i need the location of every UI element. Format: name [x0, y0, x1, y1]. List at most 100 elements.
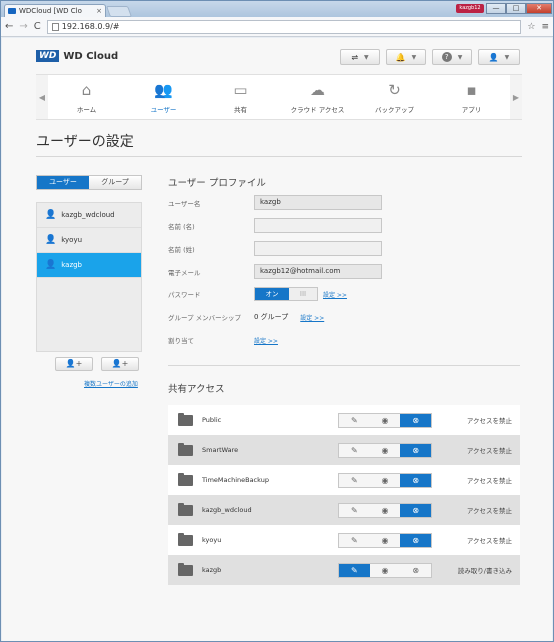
read-only-icon[interactable]: ◉: [369, 503, 401, 517]
alerts-button[interactable]: 🔔 ▼: [386, 49, 426, 65]
user-name: kazgb: [61, 261, 82, 269]
reload-icon[interactable]: C: [34, 21, 41, 32]
nav-item-backup[interactable]: ↻ バックアップ: [360, 75, 430, 119]
read-only-icon[interactable]: ◉: [369, 563, 401, 577]
add-multiple-users-link[interactable]: 複数ユーザーの追加: [84, 379, 138, 388]
browser-window: WDCloud [WD Clo × kazgb12 — □ ✕ ← → C 19…: [0, 0, 554, 642]
chrome-menu-icon[interactable]: ≡: [541, 22, 549, 32]
no-access-icon[interactable]: ⊗: [400, 443, 432, 457]
tab-close-icon[interactable]: ×: [96, 7, 102, 15]
nav-item-cloud-access[interactable]: ☁ クラウド アクセス: [283, 75, 353, 119]
no-access-icon[interactable]: ⊗: [400, 413, 432, 427]
read-only-icon[interactable]: ◉: [369, 533, 401, 547]
folder-icon: [178, 442, 193, 456]
list-item[interactable]: 👤 kazgb_wdcloud: [37, 203, 141, 228]
email-row: 電子メール kazgb12@hotmail.com: [168, 264, 382, 279]
share-access-title: 共有アクセス: [168, 384, 225, 395]
close-window-button[interactable]: ✕: [526, 3, 552, 14]
page-title: ユーザーの設定: [36, 134, 134, 150]
read-write-icon[interactable]: ✎: [339, 443, 370, 457]
new-tab-button[interactable]: [105, 6, 133, 17]
folder-icon: [178, 532, 193, 546]
user-menu-button[interactable]: 👤 ▼: [478, 49, 520, 65]
app-header: WD WD Cloud ⇌ ▼ 🔔 ▼ ? ▼ 👤 ▼: [2, 38, 552, 74]
bookmark-star-icon[interactable]: ☆: [527, 22, 535, 32]
help-button[interactable]: ? ▼: [432, 49, 472, 65]
last-name-row: 名前 (姓): [168, 241, 382, 256]
quota-label: 割り当て: [168, 337, 194, 345]
username-field[interactable]: kazgb: [254, 195, 382, 210]
first-name-row: 名前 (名): [168, 218, 382, 233]
wd-favicon-icon: [8, 8, 16, 14]
remove-user-button[interactable]: 👤+: [55, 357, 93, 371]
nav-left-arrow-icon[interactable]: ◀: [36, 75, 48, 119]
access-status: アクセスを禁止: [466, 507, 512, 515]
access-buttons: ✎ ◉ ⊗: [338, 412, 432, 428]
nav-right-arrow-icon[interactable]: ▶: [510, 75, 522, 119]
share-name: kazgb_wdcloud: [202, 506, 252, 514]
address-bar: ← → C 192.168.0.9/# ☆ ≡: [1, 17, 553, 37]
password-toggle[interactable]: オン III: [254, 287, 318, 301]
divider: [36, 156, 522, 157]
tab-title: WDCloud [WD Clo: [19, 7, 82, 15]
no-access-icon[interactable]: ⊗: [400, 473, 432, 487]
nav-label: ホーム: [76, 105, 97, 114]
tab-groups[interactable]: グループ: [89, 176, 141, 189]
last-name-field[interactable]: [254, 241, 382, 256]
no-access-icon[interactable]: ⊗: [400, 563, 432, 577]
add-user-button[interactable]: 👤+: [101, 357, 139, 371]
nav-label: バックアップ: [375, 105, 414, 114]
home-icon: ⌂: [81, 80, 92, 99]
access-status: アクセスを禁止: [466, 537, 512, 545]
quota-settings-link[interactable]: 設定 >>: [254, 336, 278, 345]
username-row: ユーザー名 kazgb: [168, 195, 382, 210]
access-status: 読み取り/書き込み: [457, 567, 512, 575]
nav-item-home[interactable]: ⌂ ホーム: [52, 75, 122, 119]
page-icon: [51, 22, 59, 31]
users-icon: 👥: [154, 80, 173, 99]
user-name: kyoyu: [61, 236, 83, 244]
access-status: アクセスを禁止: [466, 417, 512, 425]
list-item[interactable]: 👤 kazgb: [37, 253, 141, 278]
table-row: kyoyu ✎ ◉ ⊗ アクセスを禁止: [168, 525, 520, 555]
access-buttons: ✎ ◉ ⊗: [338, 472, 432, 488]
url-input[interactable]: 192.168.0.9/#: [46, 19, 522, 34]
email-label: 電子メール: [168, 268, 201, 277]
back-icon[interactable]: ←: [5, 21, 13, 32]
group-settings-link[interactable]: 設定 >>: [300, 313, 324, 322]
first-name-label: 名前 (名): [168, 222, 195, 231]
table-row: kazgb ✎ ◉ ⊗ 読み取り/書き込み: [168, 555, 520, 585]
nav-item-apps[interactable]: ▪ アプリ: [437, 75, 507, 119]
password-settings-link[interactable]: 設定 >>: [323, 290, 347, 299]
no-access-icon[interactable]: ⊗: [400, 503, 432, 517]
minimize-button[interactable]: —: [486, 3, 506, 14]
last-name-label: 名前 (姓): [168, 245, 195, 254]
read-write-icon[interactable]: ✎: [339, 563, 370, 577]
nav-item-shares[interactable]: ▭ 共有: [206, 75, 276, 119]
share-access-list: Public ✎ ◉ ⊗ アクセスを禁止 SmartWare ✎ ◉ ⊗ アクセ…: [168, 405, 520, 585]
browser-tab[interactable]: WDCloud [WD Clo ×: [4, 4, 106, 17]
read-write-icon[interactable]: ✎: [339, 473, 370, 487]
forward-icon[interactable]: →: [19, 21, 27, 32]
read-only-icon[interactable]: ◉: [369, 443, 401, 457]
nav-item-users[interactable]: 👥 ユーザー: [129, 75, 199, 119]
quota-row: 割り当て 設定 >>: [168, 335, 278, 345]
maximize-button[interactable]: □: [506, 3, 526, 14]
read-only-icon[interactable]: ◉: [369, 413, 401, 427]
usb-button[interactable]: ⇌ ▼: [340, 49, 380, 65]
access-buttons: ✎ ◉ ⊗: [338, 562, 432, 578]
read-only-icon[interactable]: ◉: [369, 473, 401, 487]
share-name: kazgb: [202, 566, 222, 574]
profile-badge[interactable]: kazgb12: [456, 4, 484, 13]
chevron-down-icon: ▼: [457, 53, 463, 61]
first-name-field[interactable]: [254, 218, 382, 233]
read-write-icon[interactable]: ✎: [339, 413, 370, 427]
logo-text: WD Cloud: [63, 50, 119, 62]
profile-title: ユーザー プロファイル: [168, 178, 266, 189]
read-write-icon[interactable]: ✎: [339, 533, 370, 547]
tab-users[interactable]: ユーザー: [37, 176, 89, 189]
no-access-icon[interactable]: ⊗: [400, 533, 432, 547]
email-field[interactable]: kazgb12@hotmail.com: [254, 264, 382, 279]
list-item[interactable]: 👤 kyoyu: [37, 228, 141, 253]
read-write-icon[interactable]: ✎: [339, 503, 370, 517]
